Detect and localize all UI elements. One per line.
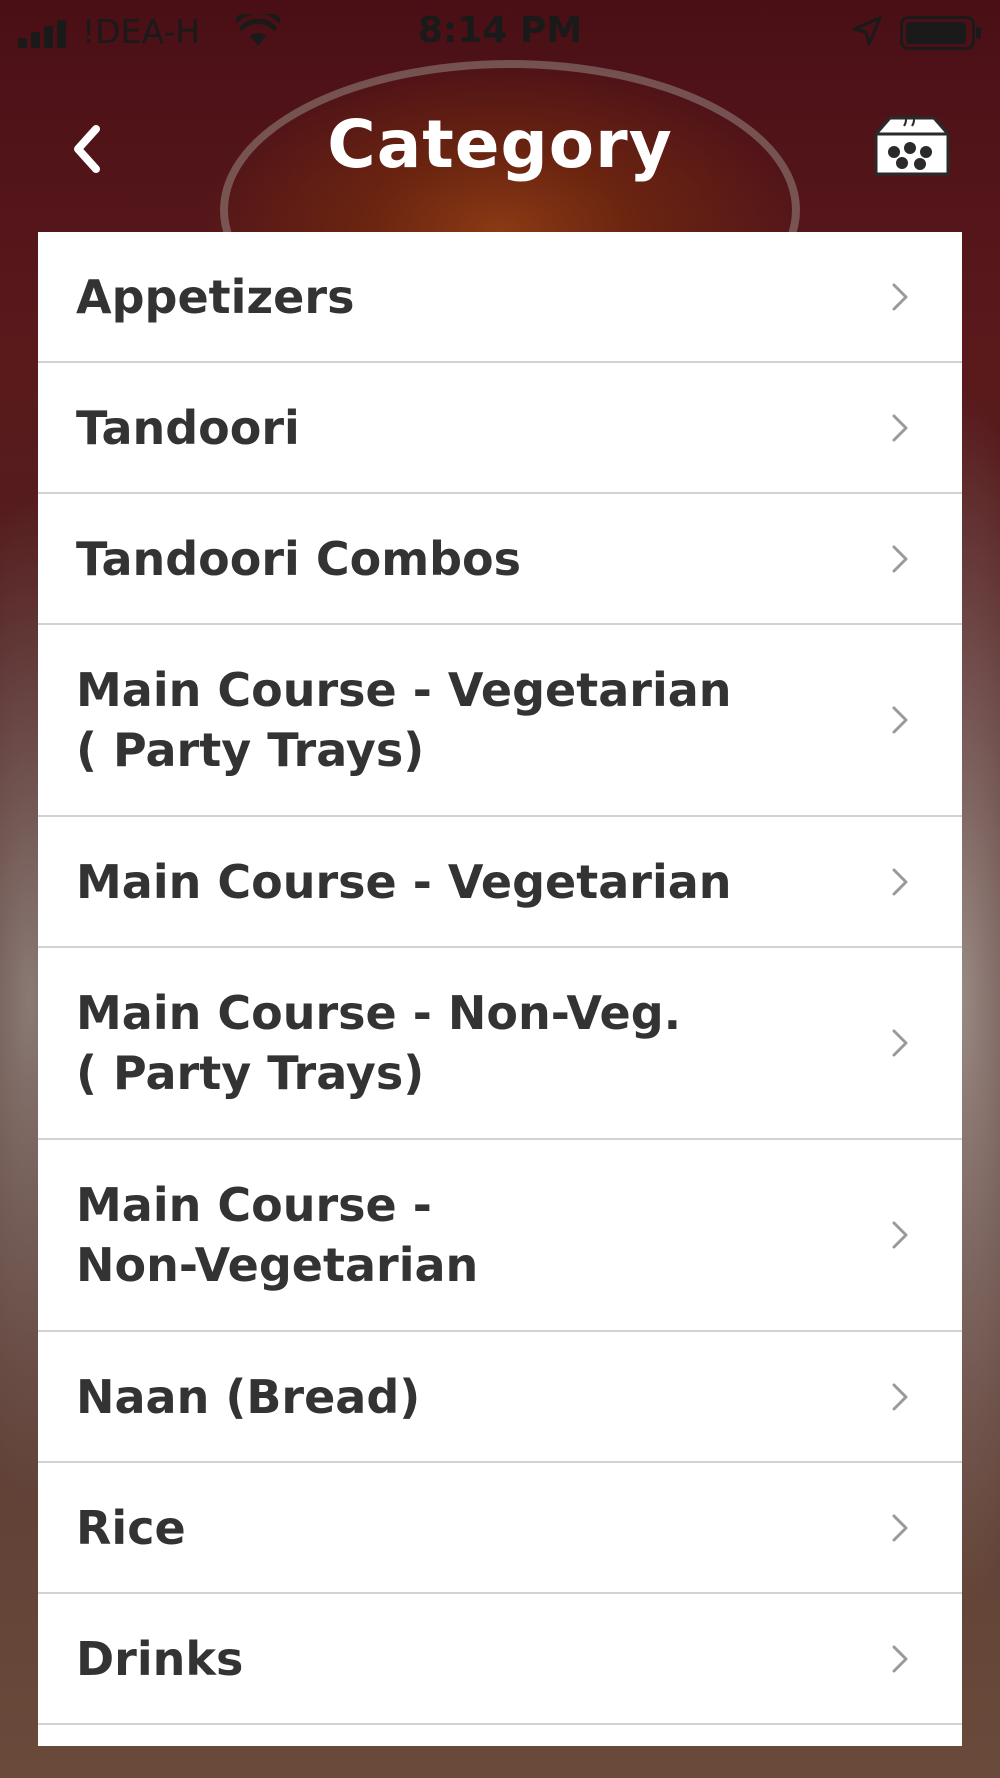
category-item[interactable]: Tandoori [38, 363, 962, 494]
category-item-label: Tandoori [76, 400, 300, 455]
status-time: 8:14 PM [417, 10, 583, 51]
category-item-label: Drinks [76, 1631, 244, 1686]
chevron-right-icon [892, 706, 908, 734]
category-list: Appetizers Tandoori Tandoori Combos Main Co… [38, 232, 962, 1746]
category-item[interactable]: Main Course - Vegetarian [38, 817, 962, 948]
app-screen: !DEA-H 8:14 PM Category Appetizers Tando… [0, 0, 1000, 1778]
category-item[interactable]: Main Course - Non-Vegetarian [38, 1140, 962, 1332]
category-item[interactable]: Tandoori Combos [38, 494, 962, 625]
category-item[interactable]: Main Course - Vegetarian ( Party Trays) [38, 625, 962, 817]
chevron-right-icon [892, 545, 908, 572]
navigation-bar: Category [0, 62, 1000, 232]
chevron-right-icon [892, 1221, 908, 1249]
chevron-right-icon [892, 283, 908, 310]
category-item-label: Main Course - Vegetarian [76, 854, 732, 909]
chevron-right-icon [892, 1029, 908, 1057]
chevron-right-icon [892, 1383, 908, 1410]
chevron-right-icon [892, 1645, 908, 1672]
category-item[interactable]: Appetizers [38, 232, 962, 363]
category-item-label: Main Course - Non-Vegetarian [76, 1178, 479, 1292]
category-item[interactable]: Naan (Bread) [38, 1332, 962, 1463]
category-item[interactable]: Drinks [38, 1594, 962, 1725]
category-item-label: Rice [76, 1500, 186, 1555]
category-item-label: Tandoori Combos [76, 531, 522, 586]
category-item-label: Appetizers [76, 269, 355, 324]
category-item-label: Main Course - Non-Veg. ( Party Trays) [76, 986, 682, 1100]
category-item-label: Naan (Bread) [76, 1369, 421, 1424]
category-item[interactable]: Rice [38, 1463, 962, 1594]
chevron-right-icon [892, 868, 908, 895]
status-bar: !DEA-H 8:14 PM [0, 0, 1000, 62]
chevron-right-icon [892, 1514, 908, 1541]
cart-button[interactable] [870, 106, 954, 190]
location-arrow-icon [852, 16, 882, 46]
category-item[interactable]: Main Course - Non-Veg. ( Party Trays) [38, 948, 962, 1140]
page-title: Category [327, 106, 673, 183]
food-box-icon [874, 113, 950, 176]
category-item-label: Main Course - Vegetarian ( Party Trays) [76, 663, 732, 777]
chevron-right-icon [892, 414, 908, 441]
battery-icon [900, 16, 981, 50]
